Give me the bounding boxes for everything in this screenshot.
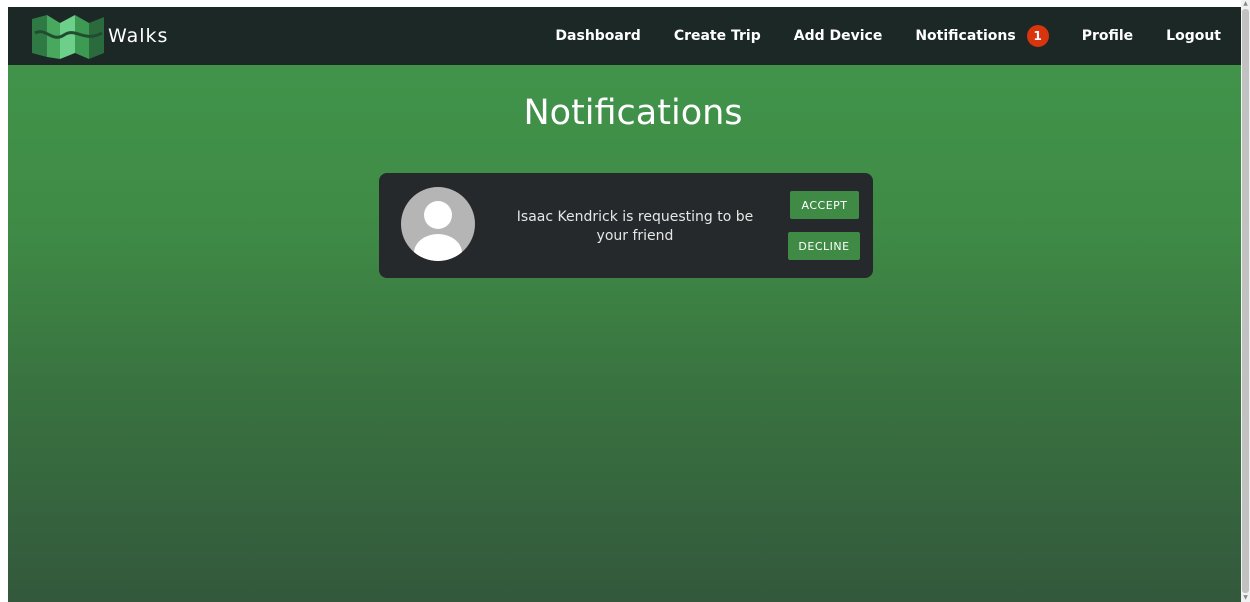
friend-request-notification: Isaac Kendrick is requesting to be your … [379,173,873,278]
notification-count-badge: 1 [1026,25,1049,47]
notification-message: Isaac Kendrick is requesting to be your … [516,209,754,244]
decline-button[interactable]: DECLINE [788,232,860,260]
scroll-up-arrow-icon[interactable]: ▲ [1241,0,1250,8]
nav-dashboard[interactable]: Dashboard [555,28,640,44]
nav-notifications-label: Notifications [915,28,1016,44]
vertical-scrollbar[interactable]: ▲ ▼ [1241,0,1250,602]
folded-map-logo-icon [32,13,104,59]
nav-logout[interactable]: Logout [1166,28,1221,44]
notifications-page: Notifications Isaac Kendrick is requesti… [8,65,1241,602]
nav-profile[interactable]: Profile [1082,28,1133,44]
default-user-avatar-icon [401,187,475,261]
nav-links: Dashboard Create Trip Add Device Notific… [522,7,1221,65]
top-navbar: Walks Dashboard Create Trip Add Device N… [8,7,1241,65]
app-viewport: Walks Dashboard Create Trip Add Device N… [8,7,1241,602]
brand-name: Walks [108,25,169,47]
brand-link[interactable]: Walks [32,13,168,59]
accept-button[interactable]: ACCEPT [790,191,859,219]
nav-create-trip[interactable]: Create Trip [674,28,761,44]
nav-add-device[interactable]: Add Device [794,28,883,44]
scrollbar-thumb[interactable] [1242,9,1249,593]
nav-notifications[interactable]: Notifications 1 [915,25,1049,47]
page-title: Notifications [523,93,743,133]
scroll-down-arrow-icon[interactable]: ▼ [1241,594,1250,602]
